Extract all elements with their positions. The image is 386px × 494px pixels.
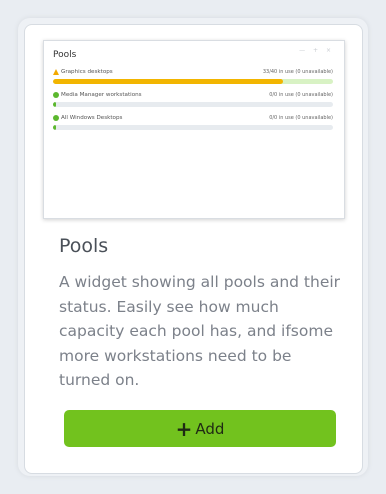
pool-capacity-bar xyxy=(53,125,333,130)
pool-capacity-bar xyxy=(53,79,333,84)
pool-status: 0/0 in use (0 unavailable) xyxy=(269,92,333,98)
widget-title: Pools xyxy=(59,235,109,257)
pool-status: 0/0 in use (0 unavailable) xyxy=(269,115,333,121)
add-button-label: Add xyxy=(195,419,225,438)
pool-capacity-bar xyxy=(53,102,333,107)
widget-tile: Pools — + × Graphics desktops 33/40 in u… xyxy=(18,18,368,476)
pool-name: All Windows Desktops xyxy=(61,115,123,121)
widget-description: A widget showing all pools and their sta… xyxy=(59,273,341,389)
pool-capacity-fill xyxy=(53,125,56,130)
plus-icon: + xyxy=(175,416,193,441)
pool-status: 33/40 in use (0 unavailable) xyxy=(262,69,333,75)
window-controls-icon: — + × xyxy=(299,47,334,54)
check-icon xyxy=(53,92,59,98)
preview-title: Pools xyxy=(53,50,77,60)
pool-name: Graphics desktops xyxy=(61,69,113,75)
warning-icon xyxy=(53,69,59,75)
pool-capacity-fill xyxy=(53,102,56,107)
pool-capacity-fill xyxy=(53,79,283,84)
add-widget-button[interactable]: + Add xyxy=(64,410,336,447)
check-icon xyxy=(53,115,59,121)
pool-name: Media Manager workstations xyxy=(61,92,142,98)
pools-widget-card: Pools — + × Graphics desktops 33/40 in u… xyxy=(24,24,363,474)
widget-preview: Pools — + × Graphics desktops 33/40 in u… xyxy=(43,40,345,219)
